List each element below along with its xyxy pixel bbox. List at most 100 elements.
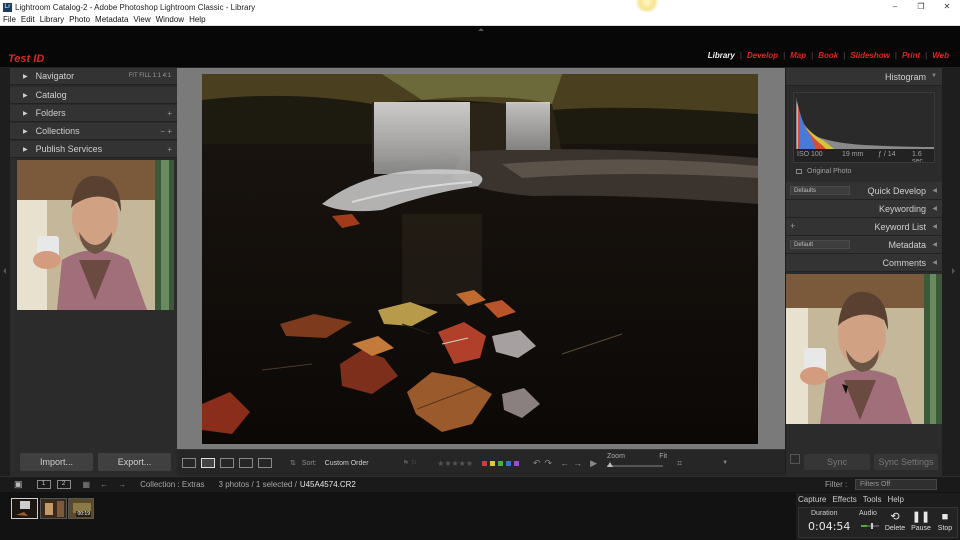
module-map[interactable]: Map — [790, 51, 806, 60]
module-develop[interactable]: Develop — [747, 51, 778, 60]
filmstrip-source[interactable]: Collection : Extras — [140, 480, 204, 489]
restore-button[interactable]: ❐ — [908, 0, 934, 14]
original-photo-icon — [796, 169, 802, 174]
zoom-slider[interactable] — [607, 462, 664, 467]
module-library[interactable]: Library — [708, 51, 735, 60]
secondary-display-icon[interactable]: ▣ — [14, 479, 23, 490]
star-rating[interactable]: ★★★★★ — [437, 459, 473, 468]
module-web[interactable]: Web — [932, 51, 949, 60]
capture-menu-help[interactable]: Help — [887, 495, 903, 504]
add-folder-icon[interactable]: + — [167, 109, 172, 118]
stop-recording-button[interactable]: ■ Stop — [933, 510, 957, 532]
capture-menu-tools[interactable]: Tools — [863, 495, 882, 504]
minimize-button[interactable]: – — [882, 0, 908, 14]
delete-recording-button[interactable]: ⟲ Delete — [883, 510, 907, 532]
audio-label: Audio — [859, 510, 877, 517]
menu-help[interactable]: Help — [189, 15, 205, 24]
menu-view[interactable]: View — [133, 15, 150, 24]
folders-header[interactable]: ▶ Folders + — [10, 105, 177, 122]
filmstrip-video-thumbnail[interactable]: 00:19 — [68, 498, 94, 519]
sort-az-icon[interactable]: ⇅ — [290, 459, 296, 467]
right-panel-collapse-icon[interactable] — [952, 268, 955, 274]
grid-icon[interactable]: ▦ — [83, 480, 91, 489]
color-label-swatch[interactable] — [482, 460, 487, 466]
secondary-window-button[interactable]: 2 — [56, 480, 71, 489]
expand-triangle-icon: ▶ — [23, 146, 28, 153]
navigator-header[interactable]: ▶ Navigator FIT FILL 1:1 4:1 — [10, 68, 177, 85]
survey-view-icon[interactable] — [239, 458, 253, 468]
menu-file[interactable]: File — [3, 15, 16, 24]
top-panel-collapse-icon[interactable] — [478, 28, 484, 31]
filter-preset-select[interactable]: Filters Off — [855, 479, 937, 490]
flag-icons[interactable]: ⚑ ⚐ — [403, 459, 418, 467]
close-button[interactable]: ✕ — [934, 0, 960, 14]
menu-window[interactable]: Window — [156, 15, 184, 24]
catalog-header[interactable]: ▶ Catalog — [10, 87, 177, 104]
main-window-button[interactable]: 1 — [36, 480, 51, 489]
expand-triangle-icon: ◀ — [932, 206, 937, 212]
main-photo[interactable] — [202, 74, 758, 444]
module-print[interactable]: Print — [902, 51, 920, 60]
module-picker: Library | Develop | Map | Book | Slidesh… — [703, 51, 949, 60]
collections-header[interactable]: ▶ Collections − + — [10, 123, 177, 140]
rotate-right-icon[interactable]: ↷ — [545, 458, 553, 469]
filmstrip-thumbnail[interactable] — [11, 498, 38, 519]
rotate-left-icon[interactable]: ↶ — [533, 458, 541, 469]
sort-order-select[interactable]: Custom Order — [325, 460, 369, 467]
sync-button[interactable]: Sync — [804, 454, 870, 470]
publish-services-header[interactable]: ▶ Publish Services + — [10, 141, 177, 158]
histogram-header[interactable]: Histogram ▼ — [786, 68, 942, 86]
left-panel-collapse-icon[interactable] — [3, 268, 6, 274]
color-label-swatch[interactable] — [490, 460, 495, 466]
pause-recording-button[interactable]: ❚❚ Pause — [909, 510, 933, 532]
collection-add-remove-icons[interactable]: − + — [160, 127, 172, 136]
sync-settings-button[interactable]: Sync Settings — [874, 454, 938, 470]
menu-photo[interactable]: Photo — [69, 15, 90, 24]
crop-overlay-icon[interactable]: ⌗ — [677, 458, 682, 469]
menu-metadata[interactable]: Metadata — [95, 15, 128, 24]
people-view-icon[interactable] — [258, 458, 272, 468]
forward-arrow-icon[interactable]: → — [118, 480, 126, 489]
lightroom-app-icon: Lr — [3, 2, 12, 12]
navigator-preview-image[interactable] — [17, 160, 174, 310]
menu-edit[interactable]: Edit — [21, 15, 35, 24]
export-button[interactable]: Export... — [98, 453, 171, 471]
color-label-swatch[interactable] — [514, 460, 519, 466]
quick-develop-preset-select[interactable]: Defaults — [790, 186, 850, 195]
library-toolbar: sort-az-icon ⇅ Sort: Custom Order ⚑ ⚐ ★★… — [177, 449, 785, 476]
metadata-preset-select[interactable]: Default — [790, 240, 850, 249]
quick-develop-header[interactable]: Defaults Quick Develop ◀ — [786, 182, 942, 200]
auto-sync-toggle[interactable] — [790, 454, 800, 464]
expand-triangle-icon: ▶ — [23, 92, 28, 99]
zoom-label: Zoom — [607, 453, 625, 460]
add-keyword-icon[interactable]: + — [790, 221, 795, 231]
capture-menu-effects[interactable]: Effects — [832, 495, 856, 504]
filmstrip-thumbnail[interactable] — [40, 498, 67, 519]
import-button[interactable]: Import... — [20, 453, 93, 471]
module-slideshow[interactable]: Slideshow — [850, 51, 890, 60]
navigator-zoom-options[interactable]: FIT FILL 1:1 4:1 — [129, 73, 171, 79]
audio-level-meter — [861, 523, 879, 529]
metadata-header[interactable]: Default Metadata ◀ — [786, 236, 942, 254]
previous-photo-icon[interactable]: ← — [560, 458, 569, 468]
menu-library[interactable]: Library — [40, 15, 64, 24]
filter-label: Filter : — [825, 480, 848, 489]
histogram-aperture: ƒ / 14 — [878, 151, 896, 158]
color-label-swatch[interactable] — [498, 460, 503, 466]
grid-view-icon[interactable] — [182, 458, 196, 468]
add-publish-service-icon[interactable]: + — [167, 145, 172, 154]
zoom-slider-knob[interactable] — [607, 462, 614, 467]
toolbar-options-icon[interactable]: ▼ — [722, 460, 728, 466]
color-label-swatch[interactable] — [506, 460, 511, 466]
back-arrow-icon[interactable]: ← — [100, 480, 108, 489]
compare-view-icon[interactable] — [220, 458, 234, 468]
module-book[interactable]: Book — [818, 51, 838, 60]
keyword-list-header[interactable]: + Keyword List ◀ — [786, 218, 942, 236]
loupe-view-icon[interactable] — [201, 458, 215, 468]
capture-menu-capture[interactable]: Capture — [798, 495, 826, 504]
slideshow-play-icon[interactable]: ▶ — [590, 458, 597, 469]
pause-label: Pause — [911, 525, 931, 532]
comments-header[interactable]: Comments ◀ — [786, 254, 942, 272]
keywording-header[interactable]: Keywording ◀ — [786, 200, 942, 218]
next-photo-icon[interactable]: → — [573, 458, 582, 468]
